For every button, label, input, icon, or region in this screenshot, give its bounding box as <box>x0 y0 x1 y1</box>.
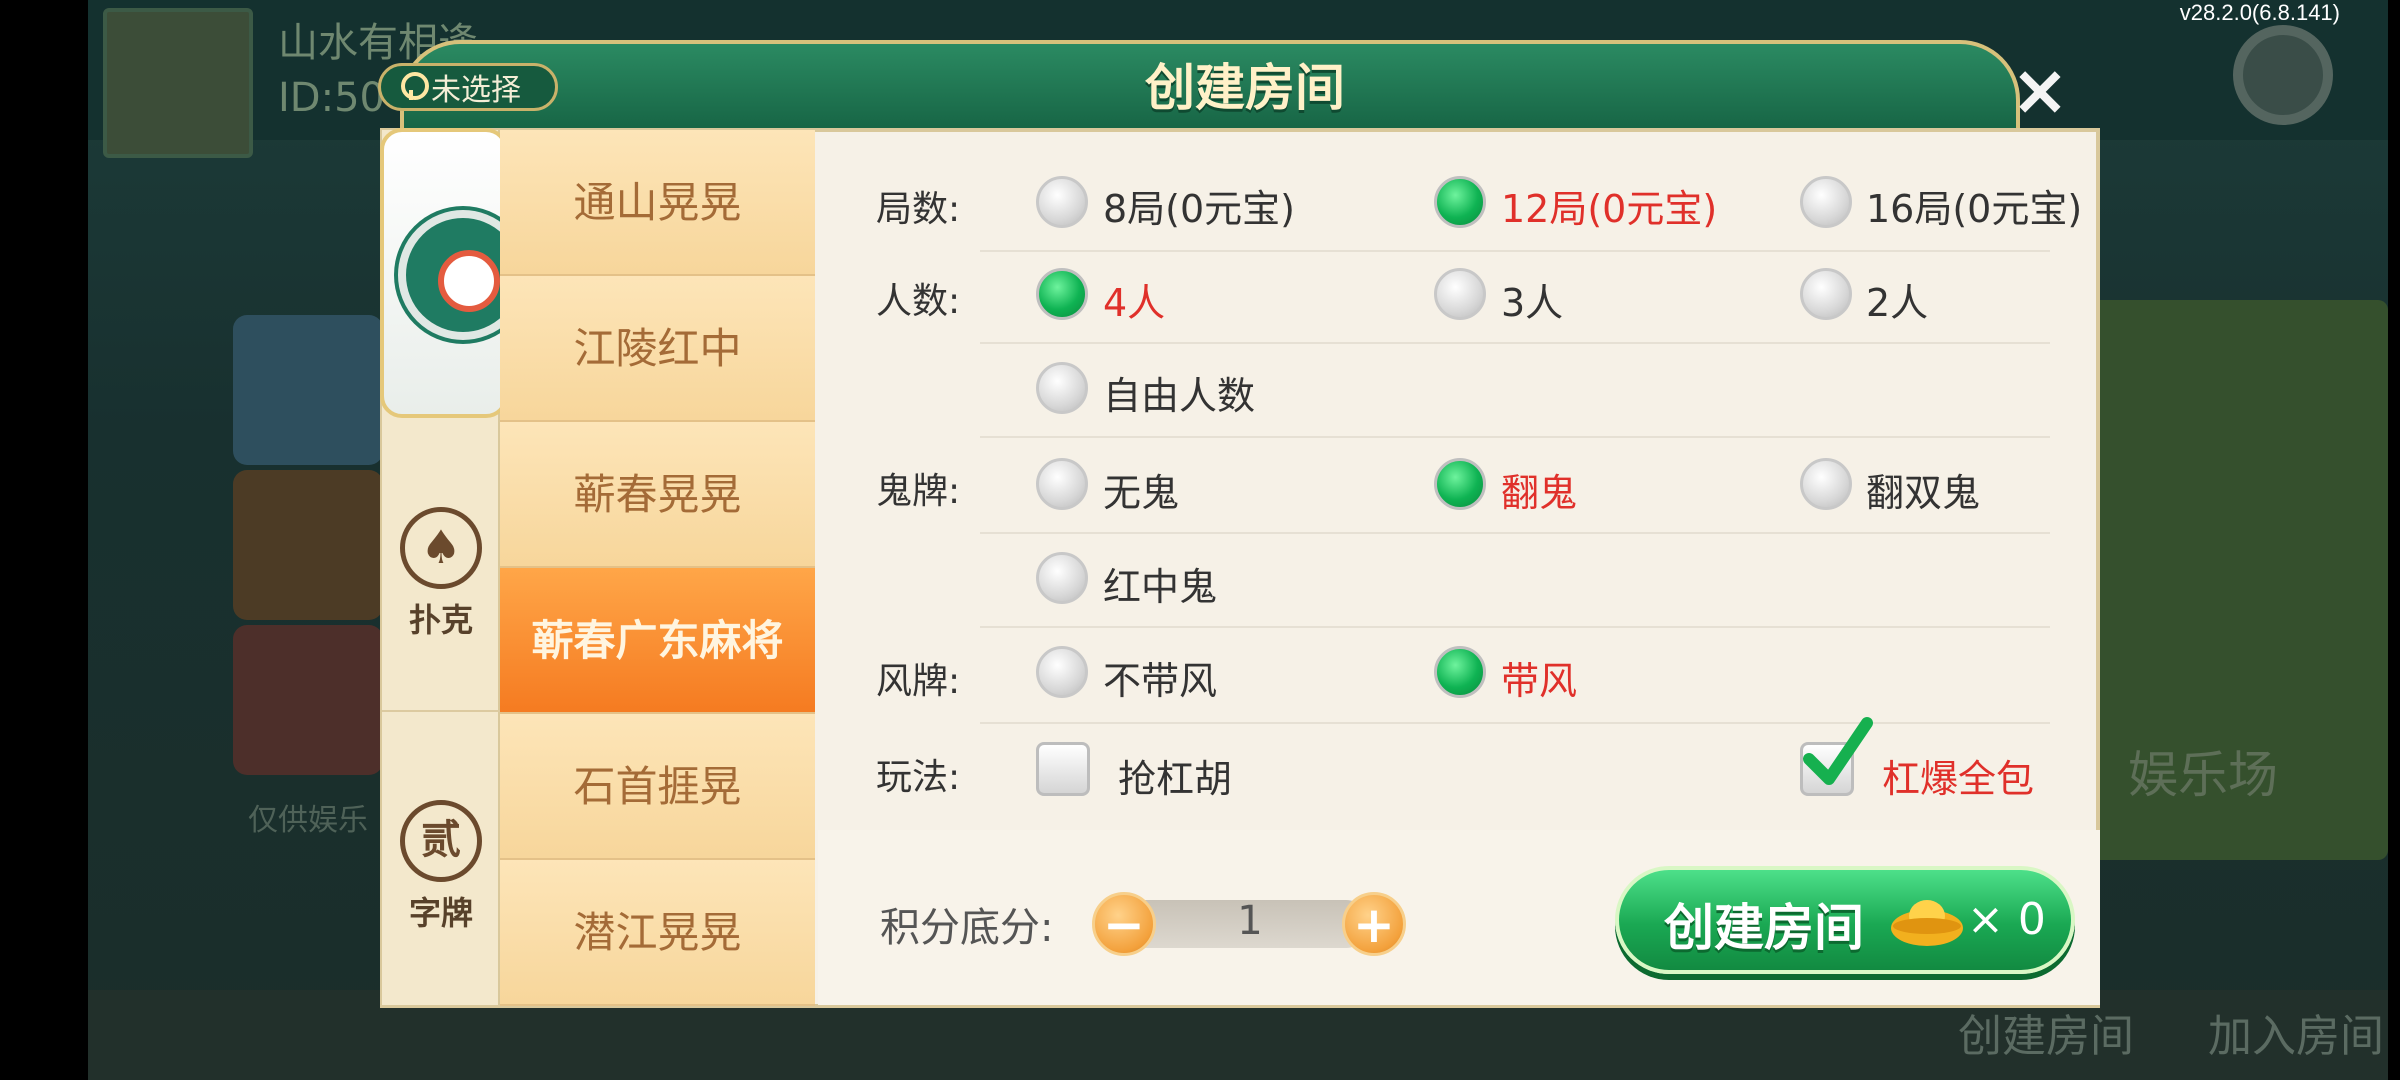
game-card[interactable] <box>233 470 383 620</box>
rounds-option-8[interactable]: 8局(0元宝) <box>1103 178 1295 233</box>
location-selector[interactable]: 未选择 <box>378 63 558 111</box>
game-card[interactable] <box>233 625 383 775</box>
players-option-free[interactable]: 自由人数 <box>1103 365 1255 420</box>
category-tab-zipai[interactable]: 字牌 <box>382 888 500 934</box>
ghost-option-none[interactable]: 无鬼 <box>1103 462 1179 517</box>
create-room-cost: × 0 <box>1967 894 2046 945</box>
wind-radio-none[interactable] <box>1036 646 1088 698</box>
lobby-create-room-button[interactable]: 创建房间 <box>1958 1000 2134 1064</box>
row-divider <box>980 722 2050 724</box>
play-option-gangbao[interactable]: 杠爆全包 <box>1882 748 2034 803</box>
dialog-title: 创建房间 <box>1145 59 1345 117</box>
players-option-4[interactable]: 4人 <box>1103 272 1165 327</box>
row-divider <box>980 436 2050 438</box>
plus-button[interactable]: + <box>1342 892 1406 956</box>
lobby-right-text: 娱乐场 <box>2128 746 2278 804</box>
ghost-radio-redzhong[interactable] <box>1036 552 1088 604</box>
minus-button[interactable]: − <box>1092 892 1156 956</box>
game-item-tongshan[interactable]: 通山晃晃 <box>500 130 815 276</box>
game-card[interactable] <box>233 315 383 465</box>
gold-ingot-icon <box>1891 900 1963 946</box>
row-divider <box>980 250 2050 252</box>
rounds-option-12[interactable]: 12局(0元宝) <box>1501 178 1717 233</box>
ghost-radio-none[interactable] <box>1036 458 1088 510</box>
ghost-radio-flip[interactable] <box>1434 458 1486 510</box>
rounds-label: 局数: <box>876 189 961 230</box>
play-option-qiangganghu[interactable]: 抢杠胡 <box>1118 748 1232 803</box>
category-tab-poker[interactable]: 扑克 <box>382 595 500 641</box>
ghost-option-double[interactable]: 翻双鬼 <box>1866 462 1980 517</box>
game-item-qianjiang[interactable]: 潜江晃晃 <box>500 860 815 1006</box>
player-id: ID:50 <box>278 75 385 121</box>
game-item-qichun-guangdong[interactable]: 蕲春广东麻将 <box>500 568 815 714</box>
wind-option-with[interactable]: 带风 <box>1501 650 1577 705</box>
close-button[interactable]: × <box>2005 55 2075 125</box>
spade-icon[interactable]: ♠ <box>400 507 482 589</box>
location-pin-icon <box>399 72 429 102</box>
category-divider <box>382 710 500 712</box>
players-radio-3[interactable] <box>1434 268 1486 320</box>
players-option-2[interactable]: 2人 <box>1866 272 1928 327</box>
row-divider <box>980 626 2050 628</box>
checkmark-icon <box>1803 717 1873 785</box>
version-label: v28.2.0(6.8.141) <box>2179 0 2340 25</box>
gear-icon[interactable] <box>2233 25 2333 125</box>
score-label: 积分底分: <box>880 905 1054 951</box>
score-value: 1 <box>1237 898 1263 944</box>
players-radio-free[interactable] <box>1036 362 1088 414</box>
ghost-option-flip[interactable]: 翻鬼 <box>1501 462 1577 517</box>
row-divider <box>980 342 2050 344</box>
character-tile-icon[interactable]: 贰 <box>400 800 482 882</box>
game-item-qichun-huang[interactable]: 蕲春晃晃 <box>500 422 815 568</box>
create-room-label: 创建房间 <box>1664 899 1864 957</box>
wind-radio-with[interactable] <box>1434 646 1486 698</box>
players-radio-4[interactable] <box>1036 268 1088 320</box>
avatar[interactable] <box>103 8 253 158</box>
location-label: 未选择 <box>431 73 521 108</box>
game-item-shishou[interactable]: 石首捱晃 <box>500 714 815 860</box>
play-label: 玩法: <box>876 757 961 798</box>
ghost-label: 鬼牌: <box>876 471 961 512</box>
players-option-3[interactable]: 3人 <box>1501 272 1563 327</box>
wind-option-none[interactable]: 不带风 <box>1103 650 1217 705</box>
game-item-jiangling[interactable]: 江陵红中 <box>500 276 815 422</box>
game-list: 通山晃晃 江陵红中 蕲春晃晃 蕲春广东麻将 石首捱晃 潜江晃晃 <box>500 130 815 1006</box>
wind-label: 风牌: <box>876 661 961 702</box>
ghost-option-redzhong[interactable]: 红中鬼 <box>1103 556 1217 611</box>
rounds-radio-12[interactable] <box>1434 176 1486 228</box>
lobby-left-text: 仅供娱乐 <box>248 803 368 838</box>
lobby-join-room-button[interactable]: 加入房间 <box>2208 1000 2384 1064</box>
rounds-option-16[interactable]: 16局(0元宝) <box>1866 178 2082 233</box>
rounds-radio-8[interactable] <box>1036 176 1088 228</box>
rounds-radio-16[interactable] <box>1800 176 1852 228</box>
players-radio-2[interactable] <box>1800 268 1852 320</box>
ghost-radio-double[interactable] <box>1800 458 1852 510</box>
play-checkbox-qiangganghu[interactable] <box>1036 742 1090 796</box>
row-divider <box>980 532 2050 534</box>
create-room-button[interactable]: 创建房间 × 0 <box>1615 866 2075 974</box>
players-label: 人数: <box>876 281 961 322</box>
